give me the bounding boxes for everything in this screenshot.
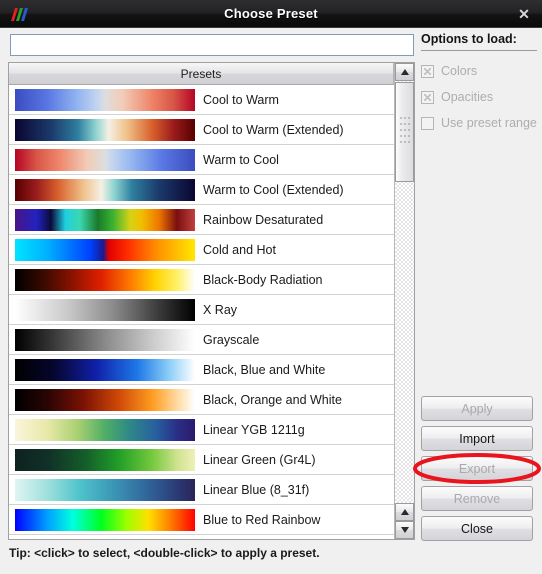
preset-colormap-swatch (15, 178, 195, 201)
checkbox-icon (421, 64, 434, 78)
preset-colormap-swatch (15, 328, 195, 351)
preset-label: Linear Green (Gr4L) (203, 452, 316, 467)
preset-colormap-swatch (15, 358, 195, 381)
preset-label: Black, Blue and White (203, 362, 326, 377)
preset-row[interactable] (9, 535, 394, 539)
grip-dots-icon (399, 117, 410, 143)
scrollbar-up-button-bottom[interactable] (395, 503, 414, 521)
import-button[interactable]: Import (421, 426, 533, 451)
preset-colormap-swatch (15, 208, 195, 231)
preset-filter-input[interactable] (10, 34, 414, 56)
preset-row[interactable]: Black, Blue and White (9, 355, 394, 385)
options-to-load-panel: Options to load: Colors Opacities Use pres… (421, 32, 537, 138)
preset-label: X Ray (203, 302, 238, 317)
arrow-up-icon (400, 509, 409, 515)
preset-label: Warm to Cool (203, 152, 279, 167)
preset-row[interactable]: Warm to Cool (9, 145, 394, 175)
preset-row[interactable]: Cold and Hot (9, 235, 394, 265)
scrollbar-bottom-buttons (395, 503, 414, 539)
options-panel-title: Options to load: (421, 32, 517, 46)
preset-label: Linear Blue (8_31f) (203, 482, 310, 497)
window-title: Choose Preset (224, 6, 318, 21)
preset-row[interactable]: Grayscale (9, 325, 394, 355)
checkbox-icon (421, 116, 434, 130)
preset-label: Black, Orange and White (203, 392, 342, 407)
export-button: Export (421, 456, 533, 481)
preset-rows: Cool to Warm Cool to Warm (Extended) Warm … (9, 85, 394, 539)
preset-colormap-swatch (15, 448, 195, 471)
preset-row[interactable]: Cool to Warm (9, 85, 394, 115)
preset-colormap-swatch (15, 418, 195, 441)
arrow-up-icon (400, 69, 409, 75)
options-divider (421, 50, 537, 51)
preset-colormap-swatch (15, 388, 195, 411)
option-row-colors: Colors (421, 60, 537, 82)
preset-row[interactable]: Black, Orange and White (9, 385, 394, 415)
preset-list-header[interactable]: Presets (9, 63, 394, 85)
preset-colormap-swatch (15, 508, 195, 531)
preset-row[interactable]: Cool to Warm (Extended) (9, 115, 394, 145)
scrollbar-track[interactable] (395, 182, 414, 503)
preset-colormap-swatch (15, 238, 195, 261)
preset-colormap-swatch (15, 88, 195, 111)
option-row-use-preset-range: Use preset range (421, 112, 537, 134)
preset-label: Warm to Cool (Extended) (203, 182, 344, 197)
apply-button: Apply (421, 396, 533, 421)
close-icon[interactable]: ✕ (514, 5, 534, 23)
preset-row[interactable]: Black-Body Radiation (9, 265, 394, 295)
preset-row[interactable]: Linear Green (Gr4L) (9, 445, 394, 475)
arrow-down-icon (400, 527, 409, 533)
preset-row[interactable]: Linear Blue (8_31f) (9, 475, 394, 505)
scrollbar-down-button[interactable] (395, 521, 414, 539)
preset-colormap-swatch (15, 148, 195, 171)
preset-label: Grayscale (203, 332, 260, 347)
option-label: Use preset range (441, 116, 537, 130)
preset-label: Black-Body Radiation (203, 272, 323, 287)
preset-row[interactable]: Blue to Red Rainbow (9, 505, 394, 535)
option-label: Colors (441, 64, 478, 78)
preset-label: Cold and Hot (203, 242, 276, 257)
preset-colormap-swatch (15, 298, 195, 321)
dialog-body: Presets Cool to Warm Cool to Warm (Extend… (0, 28, 542, 574)
preset-label: Rainbow Desaturated (203, 212, 324, 227)
option-label: Opacities (441, 90, 494, 104)
preset-colormap-swatch (15, 538, 195, 539)
preset-row[interactable]: Linear YGB 1211g (9, 415, 394, 445)
preset-row[interactable]: Warm to Cool (Extended) (9, 175, 394, 205)
checkbox-icon (421, 90, 434, 104)
scrollbar-thumb[interactable] (395, 82, 414, 182)
preset-label: Blue to Red Rainbow (203, 512, 321, 527)
preset-label: Cool to Warm (203, 92, 279, 107)
action-button-group: Apply Import Export Remove Close (421, 396, 533, 546)
title-bar: Choose Preset ✕ (0, 0, 542, 28)
preset-label: Linear YGB 1211g (203, 422, 305, 437)
remove-button: Remove (421, 486, 533, 511)
preset-list-column: Presets Cool to Warm Cool to Warm (Extend… (9, 63, 394, 539)
option-row-opacities: Opacities (421, 86, 537, 108)
preset-colormap-swatch (15, 478, 195, 501)
paraview-logo-icon (8, 7, 30, 22)
preset-row[interactable]: X Ray (9, 295, 394, 325)
preset-label: Cool to Warm (Extended) (203, 122, 344, 137)
scrollbar-up-button[interactable] (395, 63, 414, 81)
preset-list: Presets Cool to Warm Cool to Warm (Extend… (8, 62, 415, 540)
preset-list-scrollbar[interactable] (394, 63, 414, 539)
preset-row[interactable]: Rainbow Desaturated (9, 205, 394, 235)
close-button[interactable]: Close (421, 516, 533, 541)
tip-text: Tip: <click> to select, <double-click> t… (9, 546, 320, 560)
preset-colormap-swatch (15, 268, 195, 291)
preset-colormap-swatch (15, 118, 195, 141)
